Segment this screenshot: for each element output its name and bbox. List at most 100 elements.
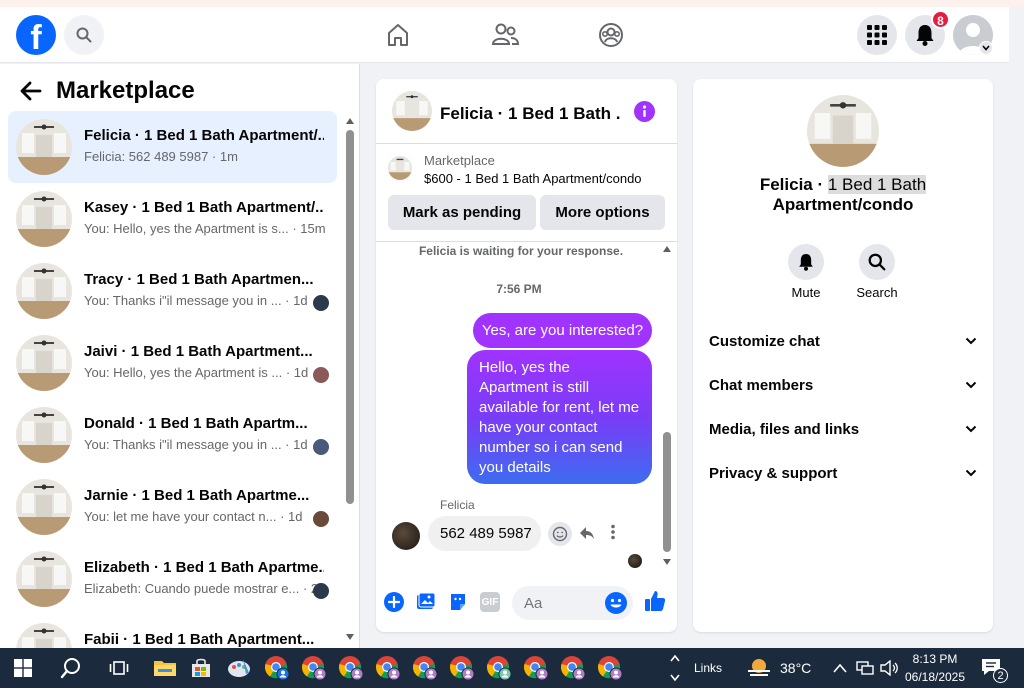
mute-button[interactable] xyxy=(788,244,824,280)
apartment-photo-icon xyxy=(16,335,72,391)
waiting-notice: Felicia is waiting for your response. xyxy=(418,244,624,258)
chrome-icon xyxy=(375,656,401,681)
chrome-window-button[interactable] xyxy=(521,653,551,683)
conversation-preview: You: Thanks i"il message you in ... · 1d xyxy=(84,293,308,308)
chat-title[interactable]: Felicia · 1 Bed 1 Bath ... xyxy=(440,104,620,124)
chrome-window-button[interactable] xyxy=(484,653,514,683)
sidebar-scrollbar[interactable] xyxy=(345,118,355,640)
weather-sun-haze-icon xyxy=(748,659,770,676)
chrome-window-button[interactable] xyxy=(558,653,588,683)
conversation-item[interactable]: Jaivi · 1 Bed 1 Bath Apartment... You: He… xyxy=(8,327,337,399)
chrome-window-button[interactable] xyxy=(336,653,366,683)
chat-scrollbar[interactable] xyxy=(662,244,672,566)
speaker-icon xyxy=(880,659,898,677)
chat-scroll-thumb[interactable] xyxy=(663,432,671,552)
friends-tab[interactable] xyxy=(487,17,523,53)
listing-thumbnail[interactable] xyxy=(388,156,412,180)
account-chevron[interactable] xyxy=(979,41,993,55)
plus-icon xyxy=(388,596,400,608)
chevron-up-icon xyxy=(670,654,680,662)
scroll-down-arrow-icon[interactable] xyxy=(346,634,354,640)
chrome-window-button[interactable] xyxy=(447,653,477,683)
reply-button[interactable] xyxy=(578,524,598,544)
mark-as-pending-button[interactable]: Mark as pending xyxy=(388,195,536,230)
section-chat-members[interactable]: Chat members xyxy=(709,373,977,397)
clock-time[interactable]: 8:13 PM xyxy=(903,652,967,666)
outgoing-message[interactable]: Yes, are you interested? xyxy=(473,313,652,348)
conversation-item[interactable]: Donald · 1 Bed 1 Bath Apartm... You: Than… xyxy=(8,399,337,471)
attach-photo-button[interactable] xyxy=(416,592,436,612)
conversation-item[interactable]: Fabii · 1 Bed 1 Bath Apartment... xyxy=(8,615,337,648)
scroll-up-arrow-icon[interactable] xyxy=(663,246,671,252)
marketplace-sidebar: Marketplace Felicia · 1 Bed 1 Bath Apart… xyxy=(0,64,360,648)
chrome-window-button[interactable] xyxy=(595,653,625,683)
volume-icon[interactable] xyxy=(880,659,898,677)
outgoing-message[interactable]: Hello, yes the Apartment is still availa… xyxy=(467,350,652,484)
gif-button[interactable]: GIF xyxy=(480,592,500,612)
clock-date[interactable]: 06/18/2025 xyxy=(903,670,967,684)
weather-widget-icon[interactable] xyxy=(745,656,773,680)
conversation-item[interactable]: Jarnie · 1 Bed 1 Bath Apartme... You: let… xyxy=(8,471,337,543)
photo-icon xyxy=(417,592,436,609)
start-button[interactable] xyxy=(8,653,38,683)
info-conversation-name: Felicia · 1 Bed 1 Bath Apartment/condo xyxy=(693,175,993,215)
chrome-window-button[interactable] xyxy=(410,653,440,683)
taskbar-overflow-scroller[interactable] xyxy=(668,650,682,686)
links-toolbar[interactable]: Links xyxy=(694,661,722,675)
groups-tab[interactable] xyxy=(593,17,629,53)
divider xyxy=(376,241,677,242)
conversation-item[interactable]: Felicia · 1 Bed 1 Bath Apartment/... Feli… xyxy=(8,111,337,183)
message-input[interactable] xyxy=(524,594,600,612)
conversation-preview: Felicia: 562 489 5987 · 1m xyxy=(84,149,238,164)
weather-temperature[interactable]: 38°C xyxy=(780,660,811,676)
chat-info-button[interactable] xyxy=(634,101,655,122)
search-in-conversation-button[interactable] xyxy=(859,244,895,280)
conversation-item[interactable]: Elizabeth · 1 Bed 1 Bath Apartme... Eliza… xyxy=(8,543,337,615)
message-input-wrapper[interactable] xyxy=(512,586,633,620)
send-like-button[interactable] xyxy=(643,589,667,613)
react-button[interactable] xyxy=(548,522,572,546)
chevron-up-icon xyxy=(833,663,847,673)
home-tab[interactable] xyxy=(380,17,416,53)
scroll-down-arrow-icon[interactable] xyxy=(663,559,671,565)
section-privacy-support[interactable]: Privacy & support xyxy=(709,461,977,485)
info-icon xyxy=(642,105,647,117)
app-grid-icon xyxy=(867,25,887,45)
chevron-down-icon xyxy=(670,674,680,682)
sender-avatar[interactable] xyxy=(392,522,420,550)
incoming-message[interactable]: 562 489 5987 xyxy=(428,516,541,551)
conversation-item[interactable]: Kasey · 1 Bed 1 Bath Apartment/... You: H… xyxy=(8,183,337,255)
section-customize-chat[interactable]: Customize chat xyxy=(709,329,977,353)
chrome-window-button[interactable] xyxy=(373,653,403,683)
conversation-item[interactable]: Tracy · 1 Bed 1 Bath Apartmen... You: Tha… xyxy=(8,255,337,327)
menu-button[interactable] xyxy=(857,15,897,55)
more-options-button[interactable]: More options xyxy=(540,195,665,230)
message-more-button[interactable] xyxy=(610,524,620,544)
chrome-icon xyxy=(338,656,364,681)
reply-icon xyxy=(580,527,594,539)
chrome-window-button[interactable] xyxy=(299,653,329,683)
facebook-logo[interactable]: f xyxy=(16,15,56,55)
emoji-button[interactable] xyxy=(605,592,627,614)
back-button[interactable] xyxy=(20,81,44,103)
chat-listing-thumbnail[interactable] xyxy=(392,91,432,131)
sidebar-scroll-thumb[interactable] xyxy=(346,130,354,504)
section-media-files-links[interactable]: Media, files and links xyxy=(709,417,977,441)
network-icon[interactable] xyxy=(856,660,874,676)
task-view-button[interactable] xyxy=(104,653,134,683)
chrome-window-button[interactable] xyxy=(262,653,292,683)
sticker-button[interactable] xyxy=(448,592,468,612)
search-icon xyxy=(868,253,886,271)
more-vertical-icon xyxy=(611,524,615,540)
paint-app-button[interactable] xyxy=(224,653,254,683)
store-button[interactable] xyxy=(186,653,216,683)
listing-price-title[interactable]: $600 - 1 Bed 1 Bath Apartment/condo xyxy=(424,171,642,186)
page-scrollbar[interactable] xyxy=(1009,7,1024,648)
file-explorer-button[interactable] xyxy=(150,653,180,683)
search-button[interactable] xyxy=(64,15,104,55)
info-listing-photo[interactable] xyxy=(807,95,879,167)
taskbar-search-button[interactable] xyxy=(56,653,86,683)
more-actions-button[interactable] xyxy=(384,592,404,612)
show-hidden-icons-button[interactable] xyxy=(833,660,847,674)
scroll-up-arrow-icon[interactable] xyxy=(346,118,354,124)
